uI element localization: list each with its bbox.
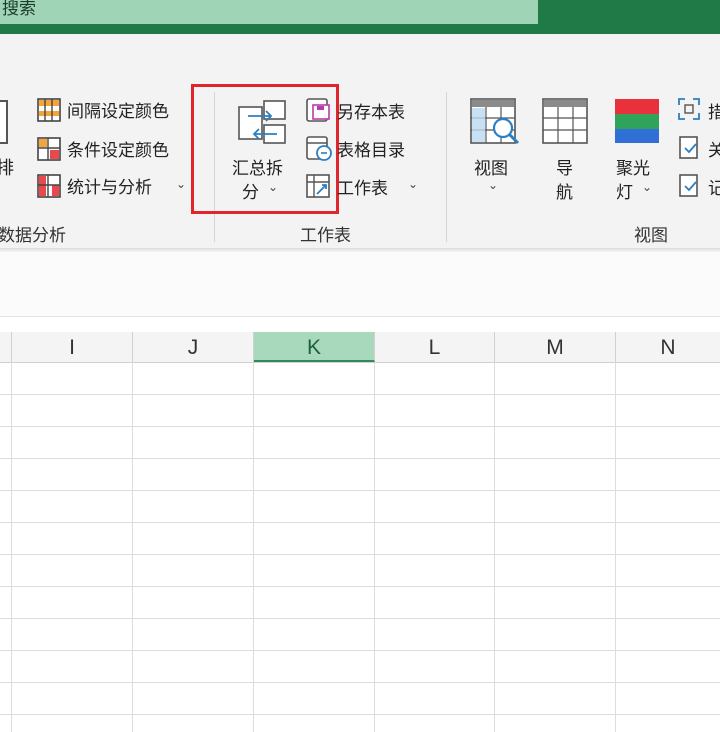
interval-color-label: 间隔设定颜色 [67,102,169,122]
search-box[interactable] [0,0,538,24]
chevron-down-icon: ⌄ [268,180,279,194]
navigation-label-line1: 导 [556,159,573,179]
document-icon [679,136,698,159]
grid-line [0,714,720,715]
chevron-down-icon: ⌄ [176,177,187,191]
sort-icon[interactable] [0,100,8,144]
column-header-j[interactable]: J [133,332,254,362]
grid-line [374,362,375,732]
save-sheet-item[interactable]: 另存本表 [302,96,422,123]
merge-split-label-line1: 汇总拆 [232,159,283,179]
grid-line [0,426,720,427]
worksheet-label: 工作表 [337,179,388,199]
column-header-l[interactable]: L [375,332,495,362]
view-item-partial-2[interactable]: 关 [676,134,720,162]
stats-analysis-icon [37,174,61,198]
group-title-view: 视图 [634,226,668,246]
navigation-label-line2: 航 [556,183,573,203]
conditional-color-label: 条件设定颜色 [67,141,169,161]
stats-analysis-label: 统计与分析 [67,178,152,198]
frame-select-icon [678,98,700,120]
chevron-down-icon: ⌄ [408,177,419,191]
grid-line [0,458,720,459]
grid-line [253,362,254,732]
cell-grid[interactable] [0,362,720,732]
column-header-bar: I J K L M N [0,332,720,363]
interval-color-icon [37,98,61,122]
save-sheet-label: 另存本表 [337,103,405,123]
merge-split-label-line2: 分 [242,183,259,203]
column-header-n[interactable]: N [616,332,720,362]
view-item-partial-1-label: 措 [708,103,720,123]
column-header-k[interactable]: K [254,332,375,362]
group-title-worksheet: 工作表 [300,226,351,246]
spotlight-button[interactable]: 聚光 灯 ⌄ [608,96,670,203]
merge-split-button[interactable]: 汇总拆 分 ⌄ [228,96,300,204]
spotlight-label-line1: 聚光 [616,159,650,179]
grid-line [0,394,720,395]
sheet-directory-item[interactable]: 表格目录 [302,134,422,161]
view-button[interactable]: 视图 ⌄ [466,96,524,202]
grid-line [0,682,720,683]
grid-line [0,586,720,587]
spotlight-icon [615,99,659,143]
save-sheet-icon [306,98,330,122]
chevron-down-icon: ⌄ [488,178,499,192]
merge-split-icon [238,100,286,144]
view-item-partial-1[interactable]: 措 [676,96,720,124]
interval-color-item[interactable]: 间隔设定颜色 [34,96,194,122]
sheet-directory-icon [306,136,332,161]
document-icon [679,174,698,197]
sheet-directory-label: 表格目录 [337,141,405,161]
grid-line [0,650,720,651]
formula-area [0,252,720,317]
group-title-data-analysis: 数据分析 [0,226,66,246]
navigation-button[interactable]: 导 航 [538,96,596,203]
grid-line [0,554,720,555]
grid-line [11,362,12,732]
conditional-color-item[interactable]: 条件设定颜色 [34,135,194,161]
group-divider [446,92,447,242]
view-item-partial-2-label: 关 [708,141,720,161]
worksheet-icon [306,174,330,198]
grid-line [494,362,495,732]
search-label: 搜索 [2,0,36,19]
row-header-corner[interactable] [0,332,12,362]
worksheet-item[interactable]: 工作表 ⌄ [302,172,422,199]
sort-label[interactable]: 排 [0,154,14,180]
chevron-down-icon: ⌄ [642,180,653,194]
view-item-partial-3[interactable]: 记 [676,172,720,200]
stats-analysis-item[interactable]: 统计与分析 ⌄ [34,172,194,198]
column-header-i[interactable]: I [12,332,133,362]
grid-line [615,362,616,732]
grid-line [132,362,133,732]
grid-line [0,522,720,523]
column-header-m[interactable]: M [495,332,616,362]
view-item-partial-3-label: 记 [708,179,720,199]
navigation-icon [542,98,588,144]
spotlight-label-line2: 灯 [616,183,633,203]
view-label: 视图 [474,159,508,179]
grid-line [0,490,720,491]
conditional-color-icon [37,137,61,161]
grid-line [0,618,720,619]
view-icon [470,98,520,145]
